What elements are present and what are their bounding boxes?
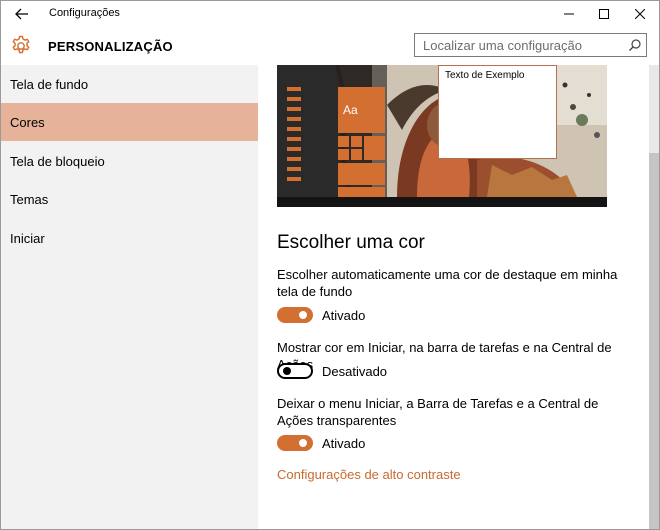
search-icon[interactable]: [628, 38, 642, 52]
show-color-state: Desativado: [322, 364, 388, 379]
section-title: Escolher uma cor: [277, 232, 425, 253]
scrollbar-thumb[interactable]: [649, 153, 659, 529]
preview-taskbar: [277, 197, 607, 207]
transparency-toggle[interactable]: [277, 435, 313, 451]
sidebar-item-tela-de-fundo[interactable]: Tela de fundo: [1, 65, 258, 103]
toggle-knob: [299, 311, 307, 319]
auto-accent-label: Escolher automaticamente uma cor de dest…: [277, 267, 618, 299]
gear-icon: [12, 35, 30, 54]
theme-preview: Aa Texto de Exemplo: [277, 65, 607, 207]
transparency-state: Ativado: [322, 436, 366, 451]
scrollbar[interactable]: [649, 65, 659, 529]
sidebar-item-label: Tela de bloqueio: [10, 153, 105, 169]
toggle-knob: [283, 367, 291, 375]
content-pane: Aa Texto de Exemplo Escolher uma cor Esc…: [258, 65, 659, 529]
sidebar-item-label: Temas: [10, 191, 49, 207]
sample-text: Texto de Exemplo: [445, 70, 525, 81]
search-input[interactable]: [415, 34, 628, 56]
sidebar-item-cores[interactable]: Cores: [1, 103, 258, 141]
auto-accent-toggle[interactable]: [277, 307, 313, 323]
transparency-label: Deixar o menu Iniciar, a Barra de Tarefa…: [277, 396, 599, 428]
sidebar-item-label: Tela de fundo: [10, 76, 89, 92]
minimize-icon: [564, 13, 574, 15]
search-box[interactable]: [414, 33, 647, 57]
page-header: PERSONALIZAÇÃO: [1, 27, 659, 65]
sidebar-item-label: Cores: [10, 114, 45, 130]
sidebar-item-temas[interactable]: Temas: [1, 180, 258, 218]
tile-label: Aa: [343, 103, 358, 117]
high-contrast-link[interactable]: Configurações de alto contraste: [277, 467, 461, 482]
minimize-button[interactable]: [552, 1, 586, 27]
close-icon: [635, 9, 645, 19]
sidebar: Tela de fundo Cores Tela de bloqueio Tem…: [1, 65, 258, 529]
sidebar-item-tela-de-bloqueio[interactable]: Tela de bloqueio: [1, 142, 258, 180]
back-button[interactable]: [9, 3, 35, 25]
auto-accent-state: Ativado: [322, 308, 366, 323]
sample-window: Texto de Exemplo: [438, 65, 557, 159]
sidebar-item-iniciar[interactable]: Iniciar: [1, 219, 258, 257]
maximize-icon: [599, 9, 609, 19]
window-title: Configurações: [49, 7, 120, 19]
settings-window: Configurações PERSONALIZAÇÃO Localizar u…: [0, 0, 660, 530]
show-color-toggle[interactable]: [277, 363, 313, 379]
back-arrow-icon: [15, 8, 28, 20]
close-button[interactable]: [623, 1, 657, 27]
maximize-button[interactable]: [587, 1, 621, 27]
sidebar-item-label: Iniciar: [10, 230, 45, 246]
title-bar: Configurações: [1, 1, 659, 27]
toggle-knob: [299, 439, 307, 447]
page-title: PERSONALIZAÇÃO: [48, 39, 173, 54]
